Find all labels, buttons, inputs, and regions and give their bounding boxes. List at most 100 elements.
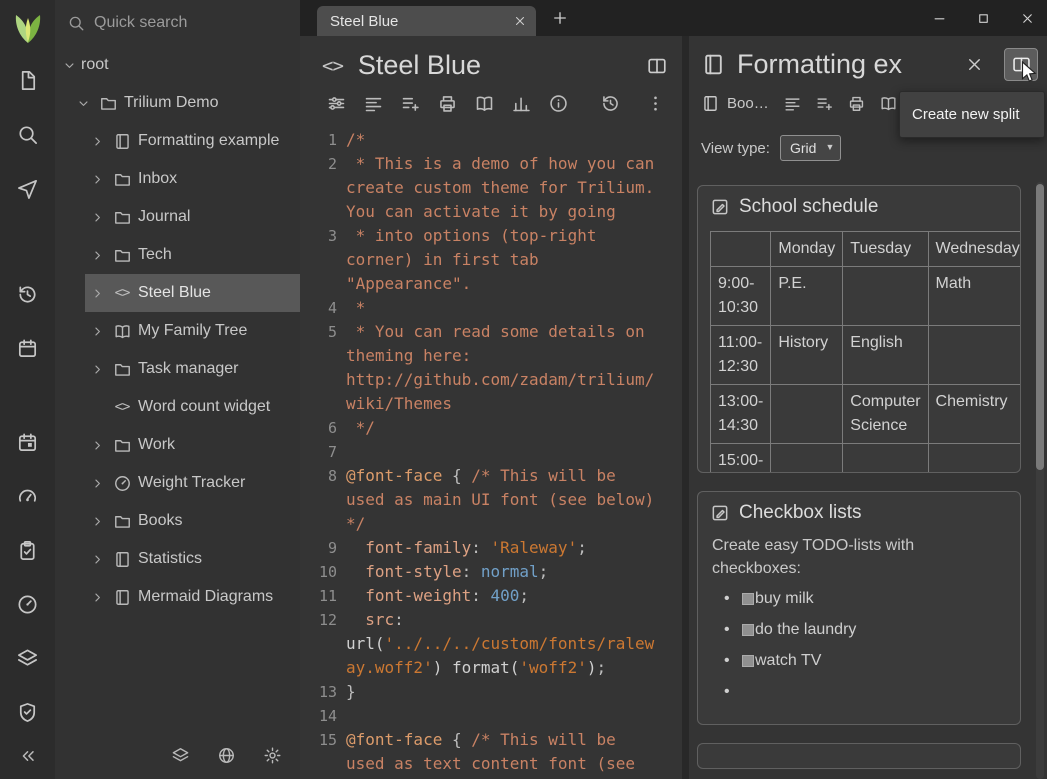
schedule-cell[interactable] xyxy=(843,444,928,474)
schedule-cell[interactable]: History xyxy=(771,326,843,385)
format-icon[interactable] xyxy=(363,93,384,114)
list-plus-icon[interactable] xyxy=(815,94,834,113)
todo-label[interactable]: do the laundry xyxy=(755,621,856,639)
chevron-right-icon[interactable] xyxy=(85,210,109,225)
settings-icon[interactable] xyxy=(263,746,282,765)
format-icon[interactable] xyxy=(783,94,802,113)
card-title[interactable]: Checkbox lists xyxy=(739,502,862,524)
book-open-icon[interactable] xyxy=(474,93,495,114)
book-open-icon[interactable] xyxy=(879,94,898,113)
code-text[interactable]: /* xyxy=(346,128,658,152)
note-title[interactable]: Steel Blue xyxy=(358,50,646,81)
code-text[interactable]: * into options (top-right corner) in fir… xyxy=(346,224,658,296)
launcher-task-manager-button[interactable] xyxy=(9,530,47,570)
code-text[interactable]: * This is a demo of how you can create c… xyxy=(346,152,658,224)
todo-checkbox[interactable] xyxy=(742,624,754,636)
tree-item-journal[interactable]: Journal xyxy=(85,198,300,236)
code-text[interactable]: } xyxy=(346,680,658,704)
tree-item-weight-tracker[interactable]: Weight Tracker xyxy=(85,464,300,502)
todo-label[interactable]: watch TV xyxy=(755,652,821,670)
chevron-down-icon[interactable] xyxy=(71,96,95,111)
chevron-right-icon[interactable] xyxy=(85,514,109,529)
todo-checkbox[interactable] xyxy=(742,593,754,605)
launcher-recent-changes-button[interactable] xyxy=(9,274,47,314)
tree-item-task-manager[interactable]: Task manager xyxy=(85,350,300,388)
maximize-button[interactable] xyxy=(976,11,991,26)
code-text[interactable]: * xyxy=(346,296,658,320)
list-plus-icon[interactable] xyxy=(400,93,421,114)
chevron-right-icon[interactable] xyxy=(85,134,109,149)
schedule-cell[interactable]: 15:00- xyxy=(711,444,771,474)
chevron-right-icon[interactable] xyxy=(85,324,109,339)
tree-item-books[interactable]: Books xyxy=(85,502,300,540)
tree-item-trilium-demo[interactable]: Trilium Demo xyxy=(71,84,300,122)
close-button[interactable] xyxy=(1020,11,1035,26)
tree-item-work[interactable]: Work xyxy=(85,426,300,464)
chevron-right-icon[interactable] xyxy=(85,590,109,605)
code-text[interactable]: * You can read some details on theming h… xyxy=(346,320,658,416)
tree-item-tech[interactable]: Tech xyxy=(85,236,300,274)
schedule-cell[interactable] xyxy=(928,444,1021,474)
right-pane-scrollbar[interactable] xyxy=(1036,182,1044,779)
launcher-calendar-button[interactable] xyxy=(9,328,47,368)
quick-search[interactable] xyxy=(67,14,288,32)
tree-item-steel-blue[interactable]: <>Steel Blue xyxy=(85,274,300,312)
code-text[interactable]: font-style: normal; xyxy=(346,560,658,584)
chevron-down-icon[interactable] xyxy=(57,58,81,73)
schedule-cell[interactable]: P.E. xyxy=(771,267,843,326)
chevron-right-icon[interactable] xyxy=(85,476,109,491)
code-text[interactable]: @font-face { /* This will be used as tex… xyxy=(346,728,658,776)
chevron-right-icon[interactable] xyxy=(85,248,109,263)
launcher-layout-button[interactable] xyxy=(9,638,47,678)
note-title[interactable]: Formatting ex xyxy=(737,49,954,80)
info-icon[interactable] xyxy=(548,93,569,114)
tree-item-root[interactable]: root xyxy=(57,46,300,84)
todo-label[interactable]: buy milk xyxy=(755,590,814,608)
schedule-cell[interactable] xyxy=(843,267,928,326)
schedule-cell[interactable]: Computer Science xyxy=(843,385,928,444)
code-editor[interactable]: 1/*2 * This is a demo of how you can cre… xyxy=(300,114,682,779)
global-map-icon[interactable] xyxy=(217,746,236,765)
tab-close-button[interactable] xyxy=(513,14,527,28)
schedule-cell[interactable] xyxy=(771,444,843,474)
launcher-dashboard-button[interactable] xyxy=(9,476,47,516)
printer-icon[interactable] xyxy=(847,94,866,113)
chevron-right-icon[interactable] xyxy=(85,552,109,567)
schedule-cell[interactable]: Chemistry xyxy=(928,385,1021,444)
launcher-journal-button[interactable] xyxy=(9,422,47,462)
chevron-right-icon[interactable] xyxy=(85,286,109,301)
printer-icon[interactable] xyxy=(437,93,458,114)
new-tab-button[interactable] xyxy=(551,9,569,27)
code-text[interactable]: font-family: 'Raleway'; xyxy=(346,536,658,560)
tree-item-my-family-tree[interactable]: My Family Tree xyxy=(85,312,300,350)
schedule-cell[interactable]: Math xyxy=(928,267,1021,326)
close-pane-button[interactable] xyxy=(965,55,984,74)
code-text[interactable]: */ xyxy=(346,416,658,440)
tree-item-word-count-widget[interactable]: <>Word count widget xyxy=(85,388,300,426)
history-icon[interactable] xyxy=(600,93,621,114)
code-text[interactable] xyxy=(346,704,658,728)
ribbon-tab-book-properties[interactable]: Boo… xyxy=(701,94,769,113)
code-text[interactable]: font-weight: 400; xyxy=(346,584,658,608)
chevron-right-icon[interactable] xyxy=(85,438,109,453)
code-text[interactable] xyxy=(346,440,658,464)
launcher-metrics-button[interactable] xyxy=(9,584,47,624)
pane-divider[interactable] xyxy=(682,36,689,779)
chart-icon[interactable] xyxy=(511,93,532,114)
code-text[interactable]: @font-face { /* This will be used as mai… xyxy=(346,464,658,536)
schedule-cell[interactable]: 9:00-10:30 xyxy=(711,267,771,326)
sliders-icon[interactable] xyxy=(326,93,347,114)
launcher-jump-to-note-button[interactable] xyxy=(9,168,47,208)
schedule-cell[interactable] xyxy=(771,385,843,444)
code-text[interactable]: src: url('../../../custom/fonts/raleway.… xyxy=(346,608,658,680)
launcher-protected-session-button[interactable] xyxy=(9,692,47,732)
quick-search-input[interactable] xyxy=(94,14,288,32)
minimize-button[interactable] xyxy=(932,11,947,26)
trilium-logo[interactable] xyxy=(8,6,48,46)
schedule-cell[interactable]: 13:00-14:30 xyxy=(711,385,771,444)
view-type-select[interactable]: Grid ▼ xyxy=(780,135,841,161)
tree-item-statistics[interactable]: Statistics xyxy=(85,540,300,578)
split-toggle-button[interactable] xyxy=(646,55,668,77)
scrollbar-thumb[interactable] xyxy=(1036,184,1044,470)
tree-item-formatting-example[interactable]: Formatting example xyxy=(85,122,300,160)
